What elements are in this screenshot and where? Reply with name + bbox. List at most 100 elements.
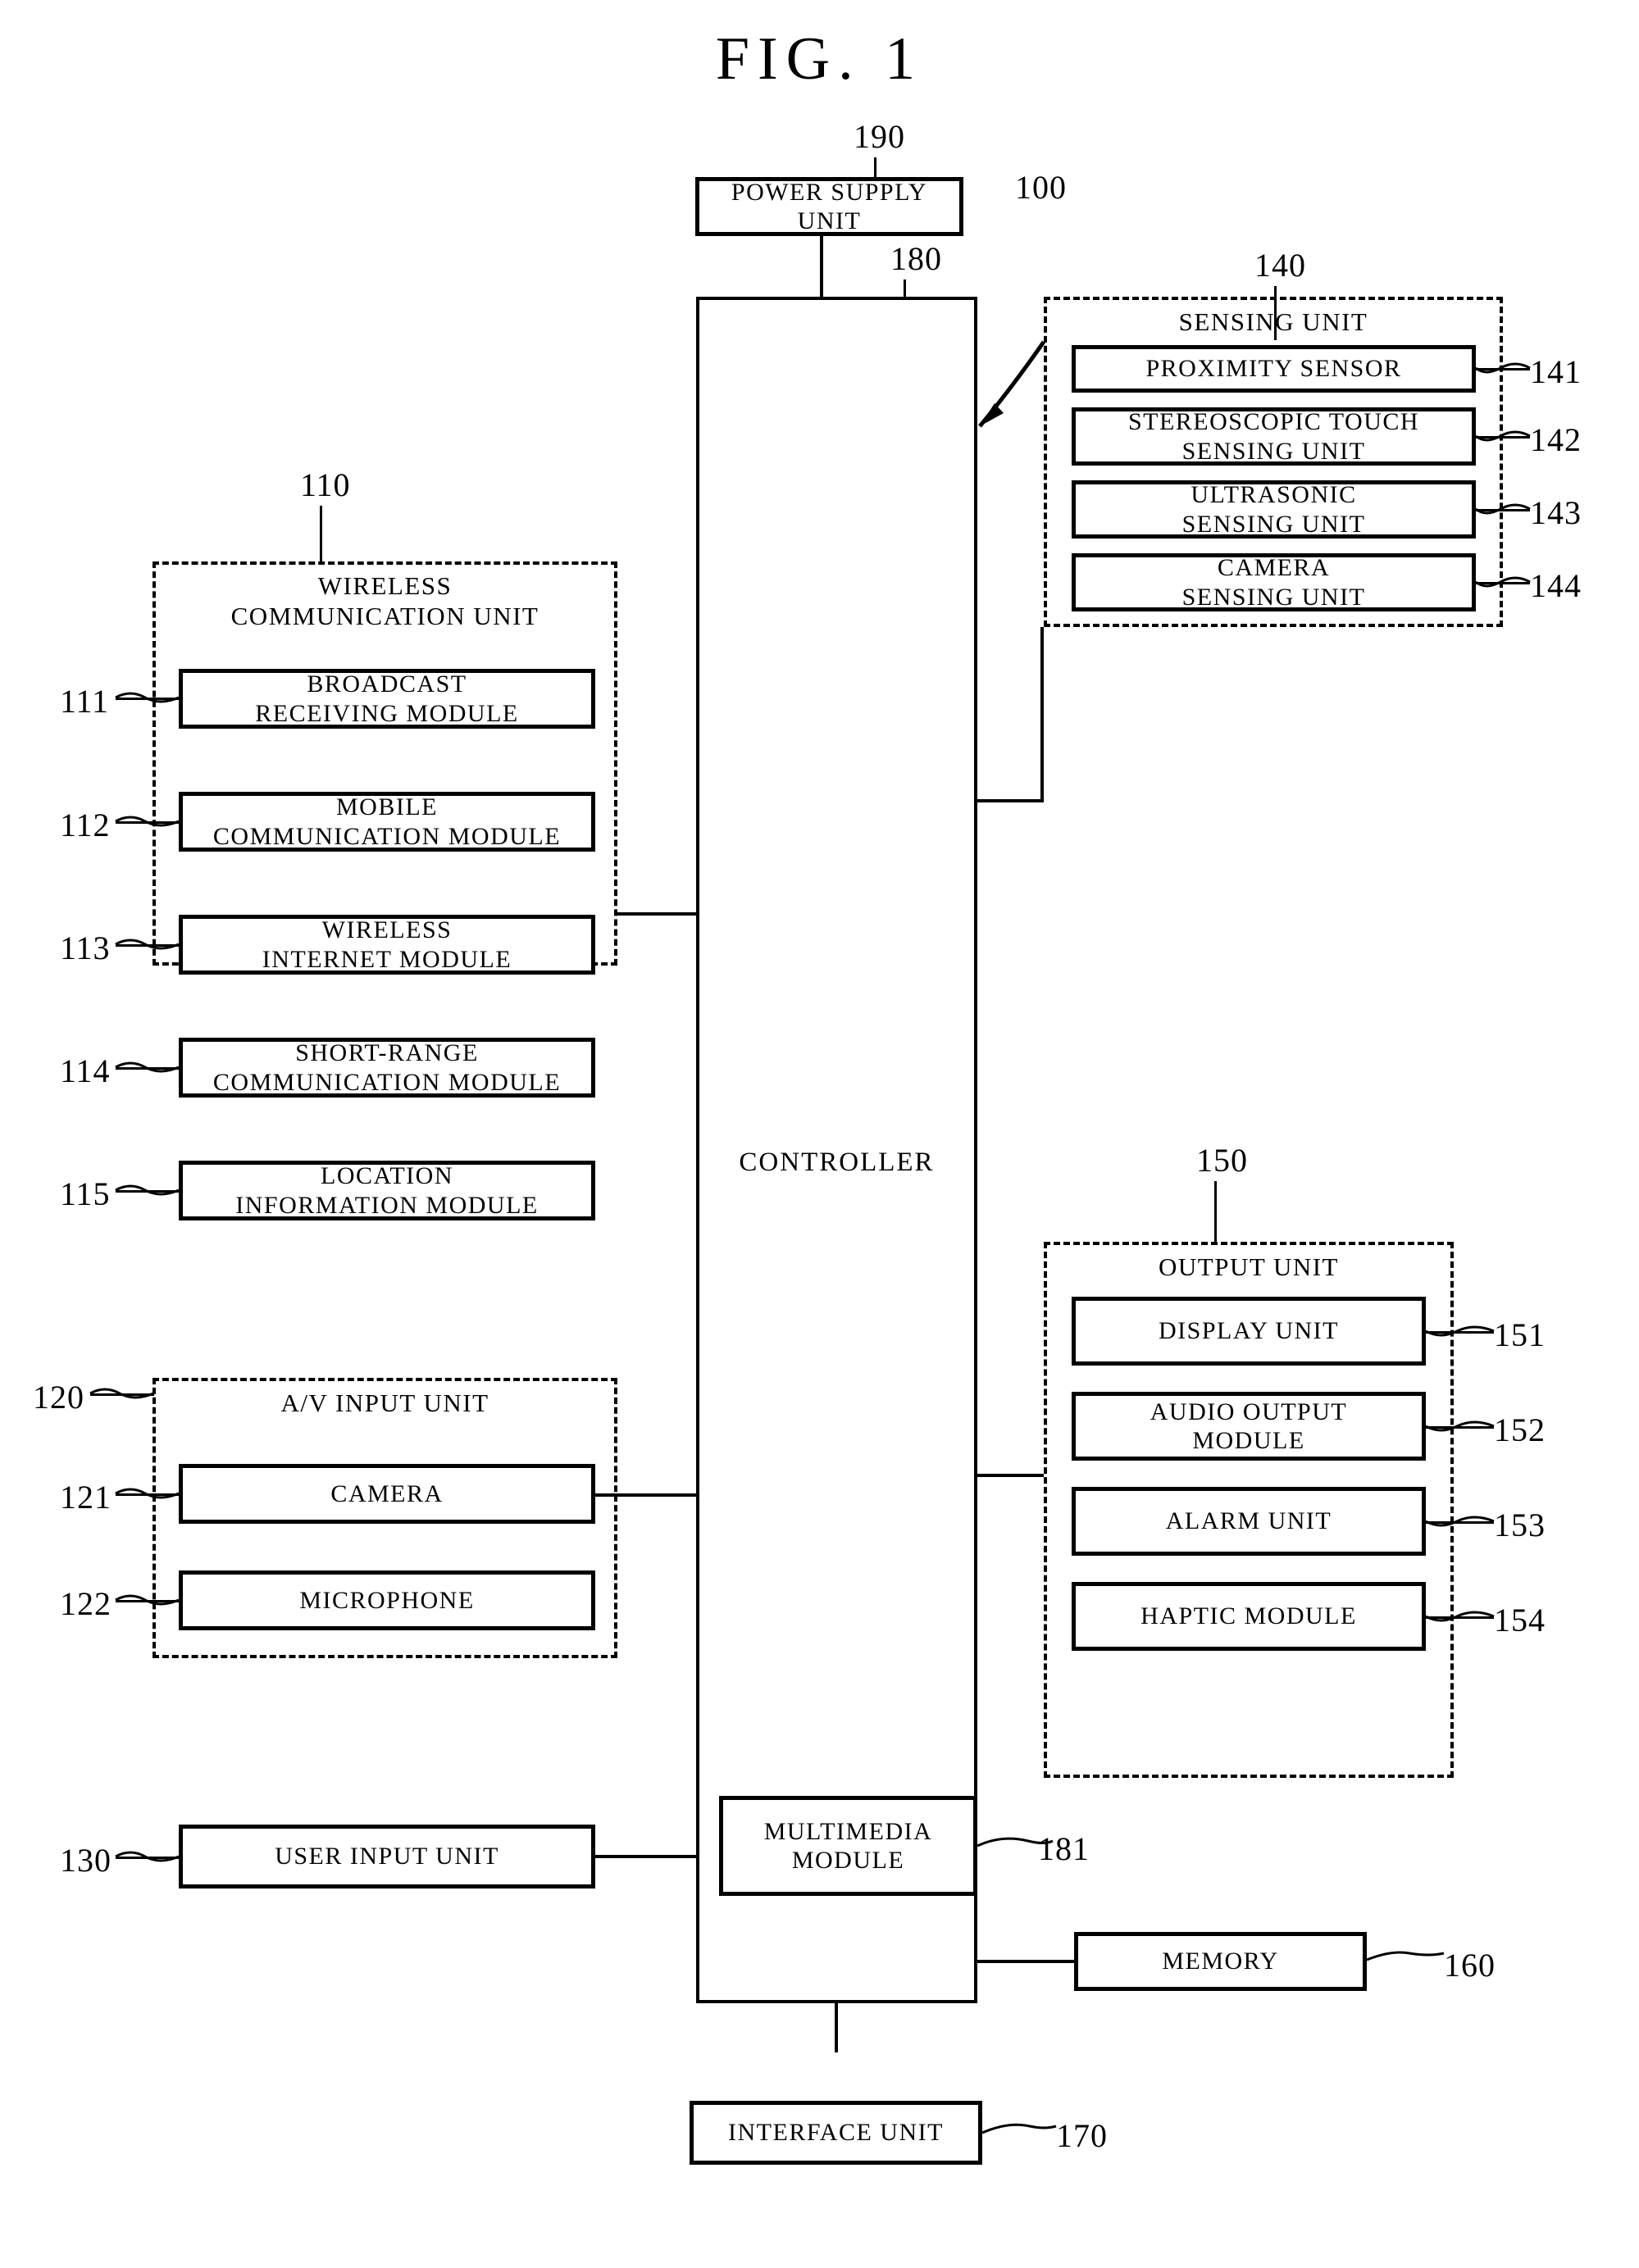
leader-141 [1476, 368, 1530, 370]
leader-110 [320, 506, 322, 561]
camera-label: CAMERA [330, 1479, 444, 1507]
alarm-unit-box: ALARM UNIT [1072, 1487, 1426, 1556]
ultrasonic-sensing-unit-box: ULTRASONIC SENSING UNIT [1072, 480, 1476, 539]
ultrasonic-sensing-unit-line1: ULTRASONIC [1191, 481, 1357, 509]
memory-label: MEMORY [1162, 1948, 1279, 1975]
connector-sensing-vertical [1040, 627, 1044, 802]
ultrasonic-sensing-unit-line2: SENSING UNIT [1181, 510, 1366, 538]
short-range-communication-module-box: SHORT-RANGE COMMUNICATION MODULE [179, 1038, 595, 1098]
camera-sensing-unit-line1: CAMERA [1217, 554, 1331, 582]
leader-122 [116, 1600, 180, 1602]
user-input-unit-label: USER INPUT UNIT [275, 1843, 499, 1870]
stereoscopic-touch-sensing-unit-box: STEREOSCOPIC TOUCH SENSING UNIT [1072, 407, 1476, 466]
connector-power-to-controller [820, 234, 823, 297]
audio-output-module-line1: AUDIO OUTPUT [1150, 1398, 1348, 1425]
location-information-module-line2: INFORMATION MODULE [235, 1191, 539, 1219]
ref-130: 130 [60, 1842, 112, 1879]
wcu-title-line1: WIRELESS [317, 571, 453, 600]
leader-140 [1274, 286, 1277, 340]
ref-111: 111 [60, 683, 110, 720]
leader-170 [981, 2123, 1057, 2134]
multimedia-module-line2: MODULE [791, 1847, 905, 1874]
short-range-communication-module-line2: COMMUNICATION MODULE [212, 1068, 562, 1096]
ref-115: 115 [60, 1175, 111, 1212]
ref-190: 190 [854, 118, 905, 155]
leader-152 [1426, 1426, 1494, 1429]
leader-115 [116, 1190, 180, 1193]
ref-142: 142 [1530, 421, 1582, 458]
connector-av-to-controller [595, 1493, 696, 1497]
ref-121: 121 [60, 1479, 112, 1516]
alarm-unit-label: ALARM UNIT [1165, 1507, 1332, 1535]
ref-170: 170 [1056, 2117, 1108, 2154]
display-unit-box: DISPLAY UNIT [1072, 1297, 1426, 1366]
microphone-label: MICROPHONE [299, 1586, 475, 1614]
ref-154: 154 [1494, 1602, 1546, 1639]
av-input-unit-title: A/V INPUT UNIT [280, 1389, 489, 1417]
output-unit-title: OUTPUT UNIT [1159, 1252, 1339, 1281]
ref-141: 141 [1530, 353, 1582, 390]
leader-151 [1426, 1331, 1494, 1334]
ref-100-arrow-head [980, 403, 1004, 426]
multimedia-module-line1: MULTIMEDIA [763, 1817, 933, 1845]
leader-150 [1214, 1181, 1217, 1242]
ref-122: 122 [60, 1585, 112, 1622]
ref-152: 152 [1494, 1411, 1546, 1448]
wcu-title-line2: COMMUNICATION UNIT [230, 601, 540, 630]
ref-120: 120 [33, 1379, 84, 1416]
wireless-internet-module-line2: INTERNET MODULE [262, 945, 512, 973]
microphone-box: MICROPHONE [179, 1570, 595, 1630]
haptic-module-box: HAPTIC MODULE [1072, 1582, 1426, 1651]
ref-100: 100 [1015, 169, 1067, 206]
controller-label: CONTROLLER [739, 1148, 935, 1177]
broadcast-receiving-module-line2: RECEIVING MODULE [255, 699, 519, 727]
leader-153 [1426, 1521, 1494, 1524]
leader-143 [1476, 509, 1530, 511]
connector-controller-to-memory [977, 1960, 1076, 1963]
ref-180: 180 [890, 240, 942, 277]
figure-canvas: FIG. 1 190 POWER SUPPLY UNIT 100 180 CON… [0, 0, 1639, 2268]
proximity-sensor-box: PROXIMITY SENSOR [1072, 345, 1476, 393]
wireless-internet-module-line1: WIRELESS [321, 916, 453, 944]
interface-unit-box: INTERFACE UNIT [690, 2101, 982, 2165]
leader-130 [116, 1857, 180, 1859]
location-information-module-box: LOCATION INFORMATION MODULE [179, 1161, 595, 1220]
ref-150: 150 [1196, 1142, 1248, 1179]
mobile-communication-module-box: MOBILE COMMUNICATION MODULE [179, 792, 595, 852]
connector-controller-to-output [977, 1474, 1044, 1477]
sensing-unit-title: SENSING UNIT [1178, 307, 1368, 336]
camera-box: CAMERA [179, 1464, 595, 1524]
user-input-unit-box: USER INPUT UNIT [179, 1825, 595, 1888]
power-supply-unit-label-line2: UNIT [797, 207, 862, 234]
ref-181: 181 [1038, 1830, 1090, 1867]
power-supply-unit-box: POWER SUPPLY UNIT [695, 177, 963, 236]
camera-sensing-unit-box: CAMERA SENSING UNIT [1072, 553, 1476, 611]
connector-controller-to-sensing [977, 799, 1044, 802]
leader-142 [1476, 436, 1530, 439]
leader-180 [904, 280, 906, 300]
ref-143: 143 [1530, 494, 1582, 531]
power-supply-unit-label-line1: POWER SUPPLY [731, 178, 928, 206]
connector-user-input-to-controller [595, 1855, 696, 1858]
broadcast-receiving-module-box: BROADCAST RECEIVING MODULE [179, 669, 595, 729]
memory-box: MEMORY [1074, 1932, 1367, 1991]
broadcast-receiving-module-line1: BROADCAST [307, 670, 467, 698]
leader-111 [116, 698, 180, 700]
audio-output-module-box: AUDIO OUTPUT MODULE [1072, 1392, 1426, 1461]
ref-140: 140 [1254, 247, 1306, 284]
ref-153: 153 [1494, 1507, 1546, 1543]
figure-title: FIG. 1 [715, 25, 924, 93]
mobile-communication-module-line2: COMMUNICATION MODULE [212, 822, 562, 850]
leader-154 [1426, 1616, 1494, 1619]
leader-113 [116, 944, 180, 947]
wireless-internet-module-box: WIRELESS INTERNET MODULE [179, 915, 595, 975]
leader-112 [116, 821, 180, 824]
leader-190 [874, 157, 876, 178]
leader-144 [1476, 582, 1530, 584]
ref-113: 113 [60, 929, 111, 966]
leader-120 [90, 1393, 154, 1396]
wireless-communication-unit-title: WIRELESS COMMUNICATION UNIT [153, 571, 617, 631]
controller-box-upper [696, 297, 977, 1157]
ref-100-arrow-curve [978, 340, 1046, 428]
proximity-sensor-label: PROXIMITY SENSOR [1145, 355, 1402, 383]
